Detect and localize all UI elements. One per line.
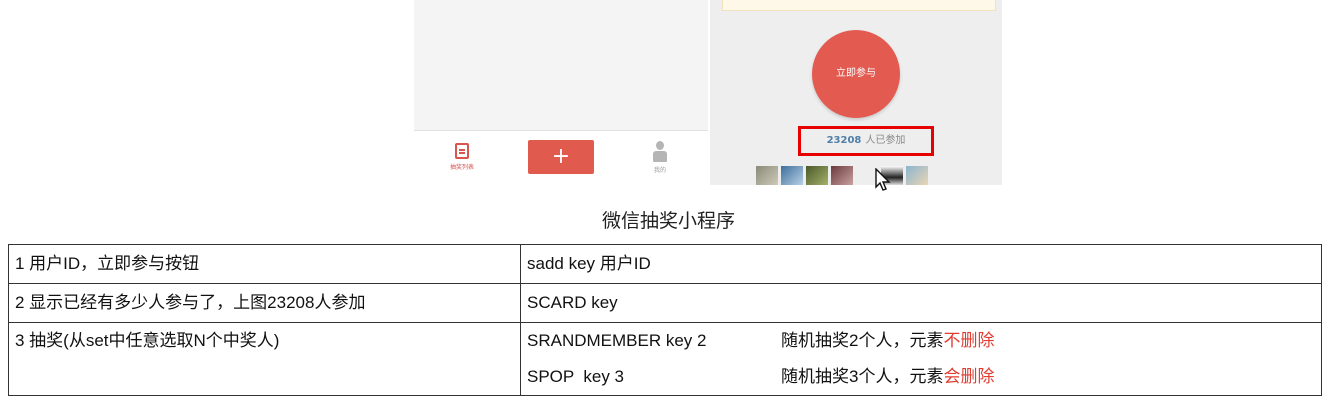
tab-lottery-list-label: 抽奖列表 xyxy=(449,164,474,171)
notice-banner xyxy=(722,0,996,11)
mouse-cursor-icon xyxy=(875,168,891,191)
command-note: 随机抽奖3个人，元素 xyxy=(781,367,944,386)
add-lottery-button[interactable]: + xyxy=(528,140,594,174)
table-row: 3 抽奖(从set中任意选取N个中奖人) SRANDMEMBER key 2 随机… xyxy=(8,322,1322,396)
table-row: 1 用户ID，立即参与按钮 sadd key 用户ID xyxy=(8,244,1322,284)
avatar xyxy=(906,166,928,185)
command-note: 随机抽奖2个人，元素 xyxy=(781,331,944,350)
command-line: SRANDMEMBER key 2 随机抽奖2个人，元素不删除 xyxy=(527,323,1315,359)
avatar xyxy=(831,166,853,185)
row-description: 3 抽奖(从set中任意选取N个中奖人) xyxy=(8,322,521,396)
participant-count: 23208 xyxy=(826,135,862,146)
person-icon xyxy=(652,141,668,163)
row-description: 2 显示已经有多少人参与了，上图23208人参加 xyxy=(8,283,521,323)
command-note-emphasis: 会删除 xyxy=(943,367,995,386)
list-icon xyxy=(455,143,469,159)
command-text: SRANDMEMBER key 2 xyxy=(527,331,707,350)
tab-me[interactable]: 我的 xyxy=(640,141,680,181)
tab-me-label: 我的 xyxy=(653,167,666,174)
participant-suffix: 人已参加 xyxy=(865,135,906,146)
row-command: sadd key 用户ID xyxy=(520,244,1322,284)
command-note-emphasis: 不删除 xyxy=(943,331,995,350)
row-description: 1 用户ID，立即参与按钮 xyxy=(8,244,521,284)
participant-avatars xyxy=(756,166,928,185)
mini-program-screenshot: 抽奖列表 + 我的 立即参与 23208 人已参加 xyxy=(414,0,1002,191)
command-line: SPOP key 3 随机抽奖3个人，元素会删除 xyxy=(527,359,1315,395)
join-now-button[interactable]: 立即参与 xyxy=(812,30,900,118)
tab-lottery-list[interactable]: 抽奖列表 xyxy=(436,139,488,179)
command-text: SPOP key 3 xyxy=(527,367,625,386)
avatar xyxy=(781,166,803,185)
participant-count-highlight: 23208 人已参加 xyxy=(798,126,934,156)
lottery-list-screen: 抽奖列表 + 我的 xyxy=(414,0,708,186)
table-row: 2 显示已经有多少人参与了，上图23208人参加 SCARD key xyxy=(8,283,1322,323)
lottery-detail-screen: 立即参与 23208 人已参加 xyxy=(710,0,1002,185)
figure-caption: 微信抽奖小程序 xyxy=(601,210,735,232)
bottom-tab-bar: 抽奖列表 + 我的 xyxy=(414,130,708,186)
avatar xyxy=(756,166,778,185)
list-content-area xyxy=(414,0,708,130)
redis-set-command-table: 1 用户ID，立即参与按钮 sadd key 用户ID 2 显示已经有多少人参与… xyxy=(8,244,1322,396)
row-command: SCARD key xyxy=(520,283,1322,323)
row-command-cell: SRANDMEMBER key 2 随机抽奖2个人，元素不删除 SPOP key … xyxy=(520,322,1322,396)
avatar xyxy=(806,166,828,185)
